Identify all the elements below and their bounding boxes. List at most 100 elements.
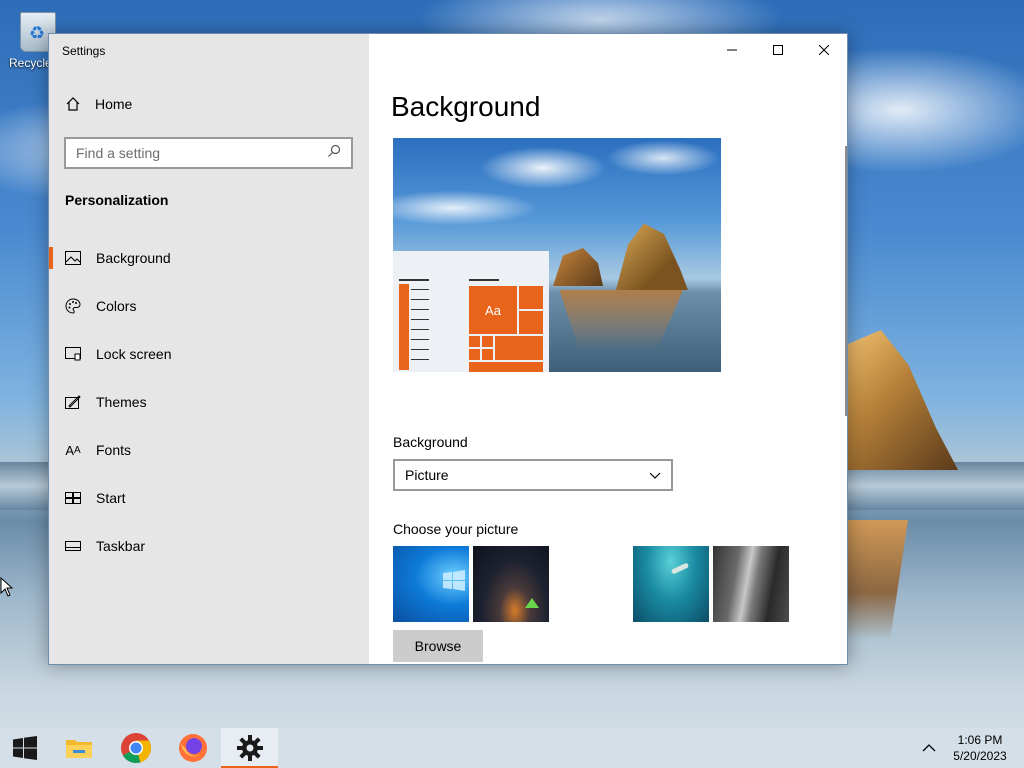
taskbar-file-explorer[interactable] [50, 728, 107, 768]
preview-mock-line [411, 329, 429, 330]
search-icon[interactable] [327, 144, 341, 163]
sidebar-item-background[interactable]: Background [49, 234, 369, 282]
sidebar-item-label: Background [96, 250, 171, 266]
chevron-down-icon [649, 467, 661, 483]
window-controls [709, 34, 847, 66]
browse-button[interactable]: Browse [393, 630, 483, 662]
home-icon [65, 96, 81, 112]
maximize-icon [773, 45, 783, 55]
show-hidden-icons-button[interactable] [914, 744, 944, 752]
preview-mock-line [411, 349, 429, 350]
taskbar-settings[interactable] [221, 728, 278, 768]
close-icon [819, 45, 829, 55]
maximize-button[interactable] [755, 34, 801, 66]
windows-logo-icon [443, 570, 465, 597]
firefox-icon [178, 734, 207, 762]
choose-picture-label: Choose your picture [393, 521, 519, 537]
preview-mock-line [399, 279, 429, 281]
minimize-button[interactable] [709, 34, 755, 66]
background-type-value: Picture [405, 467, 449, 483]
taskbar-icon [65, 538, 81, 554]
lock-screen-icon [65, 346, 81, 362]
picture-thumbnail-slot [553, 546, 629, 622]
home-link[interactable]: Home [65, 96, 132, 112]
sidebar-item-label: Start [96, 490, 126, 506]
wallpaper-cliff-reflection [848, 520, 908, 640]
preview-reflection [559, 290, 683, 350]
picture-thumbnail-night-sky[interactable] [473, 546, 549, 622]
preview-tile [519, 311, 543, 334]
page-title: Background [391, 91, 541, 122]
preview-tile [469, 362, 543, 372]
preview-mock-line [411, 289, 429, 290]
chrome-icon [120, 733, 151, 763]
sidebar-item-label: Colors [96, 298, 137, 314]
picture-icon [65, 250, 81, 266]
sidebar-item-start[interactable]: Start [49, 474, 369, 522]
palette-icon [65, 298, 81, 314]
preview-mock-line [411, 359, 429, 360]
preview-mock-line [411, 309, 429, 310]
background-field-label: Background [393, 434, 468, 450]
start-button[interactable] [0, 728, 50, 768]
close-button[interactable] [801, 34, 847, 66]
content-scrollbar[interactable] [845, 146, 847, 416]
preview-tile [519, 286, 543, 309]
preview-tile [482, 349, 493, 360]
sidebar-item-label: Lock screen [96, 346, 172, 362]
sidebar-item-label: Taskbar [96, 538, 146, 554]
clock-time: 1:06 PM [957, 733, 1003, 747]
settings-window: Settings Home Personalization Background [48, 33, 848, 665]
sidebar-item-fonts[interactable]: AA Fonts [49, 426, 369, 474]
background-preview: Aa [393, 138, 721, 372]
preview-rock-arch [616, 223, 688, 290]
section-title: Personalization [65, 192, 169, 208]
preview-mock-line [469, 279, 499, 281]
picture-thumbnail-rock[interactable] [713, 546, 789, 622]
tent-shape [525, 598, 539, 608]
preview-sample-tile: Aa [469, 286, 517, 334]
preview-rock-small [553, 248, 603, 286]
preview-tile [469, 336, 480, 347]
swimmer-shape [670, 562, 690, 575]
sidebar-item-themes[interactable]: Themes [49, 378, 369, 426]
taskbar: 1:06 PM 5/20/2023 [0, 728, 1024, 768]
settings-content: Background Aa Background Picture Choose … [369, 34, 847, 664]
preview-mock-window: Aa [393, 251, 549, 372]
search-box[interactable] [64, 137, 353, 169]
clock[interactable]: 1:06 PM 5/20/2023 [944, 732, 1024, 764]
themes-icon [65, 394, 81, 410]
picture-thumbnail-windows[interactable] [393, 546, 469, 622]
start-icon [65, 490, 81, 506]
chevron-up-icon [922, 744, 936, 752]
minimize-icon [727, 49, 737, 51]
preview-mock-line [411, 339, 429, 340]
sidebar-item-taskbar[interactable]: Taskbar [49, 522, 369, 570]
settings-icon [236, 735, 263, 761]
sidebar-item-colors[interactable]: Colors [49, 282, 369, 330]
window-title: Settings [62, 44, 106, 58]
preview-mock-line [411, 319, 429, 320]
taskbar-chrome[interactable] [107, 728, 164, 768]
picture-thumbnails [393, 546, 789, 622]
preview-tile [469, 349, 480, 360]
file-explorer-icon [65, 740, 92, 758]
sidebar-item-lock-screen[interactable]: Lock screen [49, 330, 369, 378]
preview-tile [495, 336, 543, 360]
taskbar-firefox[interactable] [164, 728, 221, 768]
sidebar-item-label: Fonts [96, 442, 132, 458]
sidebar-item-label: Themes [96, 394, 147, 410]
search-input[interactable] [76, 145, 327, 161]
wallpaper-cliff [848, 330, 958, 470]
windows-start-icon [13, 736, 37, 760]
preview-tile [482, 336, 493, 347]
background-type-dropdown[interactable]: Picture [393, 459, 673, 491]
preview-mock-line [411, 299, 429, 300]
clock-date: 5/20/2023 [953, 749, 1007, 763]
picture-thumbnail-underwater[interactable] [633, 546, 709, 622]
home-label: Home [95, 96, 133, 112]
system-tray: 1:06 PM 5/20/2023 [914, 728, 1024, 768]
settings-sidebar: Settings Home Personalization Background [49, 34, 369, 664]
preview-mock-sidebar [399, 284, 409, 370]
fonts-icon: AA [65, 442, 81, 458]
